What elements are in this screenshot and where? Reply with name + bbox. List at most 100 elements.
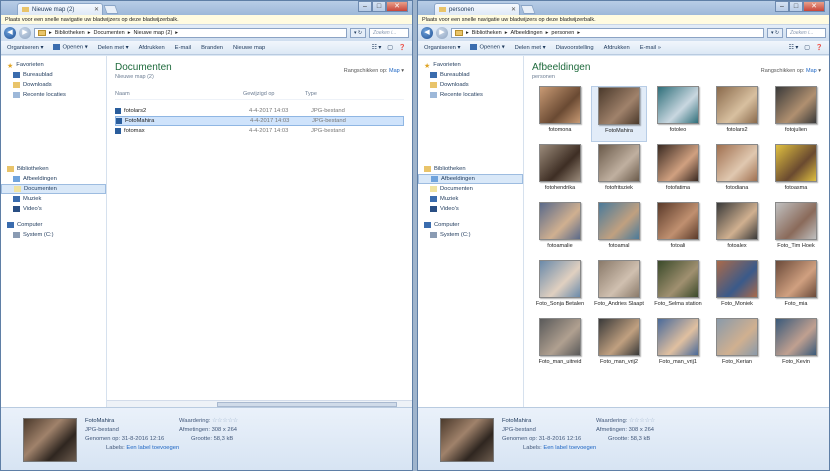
refresh-button[interactable]: ▾ ↻ bbox=[350, 28, 366, 38]
close-icon[interactable]: ✕ bbox=[94, 6, 99, 13]
column-type[interactable]: Type bbox=[305, 91, 317, 97]
nav-desktop[interactable]: Bureaublad bbox=[418, 70, 523, 80]
nav-system-drive[interactable]: System (C:) bbox=[1, 230, 106, 240]
preview-pane-icon[interactable]: ▢ bbox=[804, 45, 809, 51]
thumbnail-item[interactable]: Foto_man_vrij2 bbox=[591, 318, 647, 374]
breadcrumb-item[interactable]: Bibliotheken bbox=[55, 30, 85, 36]
share-with-button[interactable]: Delen met ▾ bbox=[515, 45, 546, 51]
thumbnail-item[interactable]: Foto_Kerian bbox=[709, 318, 765, 374]
arrange-by[interactable]: Rangschikken op: Map ▾ bbox=[344, 68, 404, 74]
minimize-icon[interactable]: – bbox=[775, 1, 789, 12]
thumbnail-item[interactable]: fotohendrika bbox=[532, 144, 588, 200]
thumbnail-item[interactable]: Foto_man_uitreid bbox=[532, 318, 588, 374]
slideshow-button[interactable]: Diavoorstelling bbox=[556, 45, 594, 51]
open-button[interactable]: Openen ▾ bbox=[470, 44, 505, 51]
nav-pictures[interactable]: Afbeeldingen bbox=[1, 174, 106, 184]
rating-stars[interactable]: ☆☆☆☆☆ bbox=[212, 418, 238, 424]
thumbnail-item[interactable]: fotomona bbox=[532, 86, 588, 142]
thumbnail-item[interactable]: fotoamal bbox=[591, 202, 647, 258]
new-folder-button[interactable]: Nieuwe map bbox=[233, 45, 265, 51]
forward-button[interactable]: ▶ bbox=[19, 27, 31, 39]
nav-favorites[interactable]: ★ Favorieten bbox=[1, 60, 106, 70]
thumbnail-item[interactable]: Foto_Selma station bbox=[650, 260, 706, 316]
add-label-field[interactable]: Een label toevoegen bbox=[543, 445, 596, 451]
column-name[interactable]: Naam bbox=[115, 91, 243, 97]
open-button[interactable]: Openen ▾ bbox=[53, 44, 88, 51]
column-modified[interactable]: Gewijzigd op bbox=[243, 91, 305, 97]
maximize-icon[interactable]: □ bbox=[372, 1, 386, 12]
nav-music[interactable]: Muziek bbox=[418, 194, 523, 204]
nav-videos[interactable]: Video's bbox=[418, 204, 523, 214]
close-icon[interactable]: ✕ bbox=[511, 6, 516, 13]
new-tab-button[interactable] bbox=[103, 5, 119, 14]
address-bar[interactable]: ▸ Bibliotheken ▸ Afbeeldingen ▸ personen… bbox=[451, 28, 764, 38]
nav-system-drive[interactable]: System (C:) bbox=[418, 230, 523, 240]
file-row[interactable]: FotoMahira 4-4-2017 14:03 JPG-bestand bbox=[115, 116, 404, 126]
thumbnail-item[interactable]: fotoasma bbox=[768, 144, 821, 200]
view-options-icon[interactable]: ☷ ▾ bbox=[372, 45, 382, 51]
thumbnail-item[interactable]: Foto_Moniek bbox=[709, 260, 765, 316]
breadcrumb-item[interactable]: Bibliotheken bbox=[472, 30, 502, 36]
thumbnail-item[interactable]: fotolars2 bbox=[709, 86, 765, 142]
nav-libraries[interactable]: Bibliotheken bbox=[1, 164, 106, 174]
maximize-icon[interactable]: □ bbox=[789, 1, 803, 12]
nav-recent[interactable]: Recente locaties bbox=[1, 90, 106, 100]
thumbnail-item[interactable]: fotodiana bbox=[709, 144, 765, 200]
nav-pictures[interactable]: Afbeeldingen bbox=[418, 174, 523, 184]
add-label-field[interactable]: Een label toevoegen bbox=[126, 445, 179, 451]
thumbnail-item[interactable]: fotoamalie bbox=[532, 202, 588, 258]
thumbnail-item[interactable]: Foto_Andries Slaapt bbox=[591, 260, 647, 316]
burn-button[interactable]: Branden bbox=[201, 45, 223, 51]
breadcrumb-item[interactable]: personen bbox=[551, 30, 574, 36]
nav-desktop[interactable]: Bureaublad bbox=[1, 70, 106, 80]
thumbnail-item[interactable]: fotofatima bbox=[650, 144, 706, 200]
thumbnail-item[interactable]: fotojulien bbox=[768, 86, 821, 142]
search-input[interactable]: Zoeken i... bbox=[369, 28, 409, 38]
breadcrumb-item[interactable]: Nieuwe map (2) bbox=[133, 30, 172, 36]
help-icon[interactable]: ❓ bbox=[816, 45, 823, 51]
thumbnail-item[interactable]: Foto_man_vrij1 bbox=[650, 318, 706, 374]
nav-computer[interactable]: Computer bbox=[1, 220, 106, 230]
thumbnail-item[interactable]: fotoalex bbox=[709, 202, 765, 258]
breadcrumb-item[interactable]: Documenten bbox=[94, 30, 125, 36]
file-row[interactable]: fotomax 4-4-2017 14:03 JPG-bestand bbox=[115, 126, 404, 136]
thumbnail-item[interactable]: fotoali bbox=[650, 202, 706, 258]
thumbnail-item[interactable]: FotoMahira bbox=[591, 86, 647, 142]
print-button[interactable]: Afdrukken bbox=[604, 45, 630, 51]
organize-button[interactable]: Organiseren ▾ bbox=[7, 45, 43, 51]
search-input[interactable]: Zoeken i... bbox=[786, 28, 826, 38]
arrange-by[interactable]: Rangschikken op: Map ▾ bbox=[761, 68, 821, 74]
organize-button[interactable]: Organiseren ▾ bbox=[424, 45, 460, 51]
share-with-button[interactable]: Delen met ▾ bbox=[98, 45, 129, 51]
rating-stars[interactable]: ☆☆☆☆☆ bbox=[629, 418, 655, 424]
minimize-icon[interactable]: – bbox=[358, 1, 372, 12]
thumbnail-item[interactable]: fotoleo bbox=[650, 86, 706, 142]
help-icon[interactable]: ❓ bbox=[399, 45, 406, 51]
horizontal-scrollbar[interactable] bbox=[107, 400, 412, 407]
view-options-icon[interactable]: ☷ ▾ bbox=[789, 45, 799, 51]
close-window-icon[interactable]: ✕ bbox=[386, 1, 408, 12]
thumbnail-item[interactable]: Foto_Sonja Betalen bbox=[532, 260, 588, 316]
file-row[interactable]: fotolars2 4-4-2017 14:03 JPG-bestand bbox=[115, 106, 404, 116]
refresh-button[interactable]: ▾ ↻ bbox=[767, 28, 783, 38]
nav-documents[interactable]: Documenten bbox=[418, 184, 523, 194]
forward-button[interactable]: ▶ bbox=[436, 27, 448, 39]
thumbnail-item[interactable]: Foto_mia bbox=[768, 260, 821, 316]
new-tab-button[interactable] bbox=[520, 5, 536, 14]
nav-videos[interactable]: Video's bbox=[1, 204, 106, 214]
nav-recent[interactable]: Recente locaties bbox=[418, 90, 523, 100]
thumbnail-item[interactable]: Foto_Kevin bbox=[768, 318, 821, 374]
email-button[interactable]: E-mail bbox=[175, 45, 191, 51]
email-button[interactable]: E-mail » bbox=[640, 45, 661, 51]
nav-music[interactable]: Muziek bbox=[1, 194, 106, 204]
close-window-icon[interactable]: ✕ bbox=[803, 1, 825, 12]
thumbnail-item[interactable]: fotofritsziek bbox=[591, 144, 647, 200]
nav-downloads[interactable]: Downloads bbox=[418, 80, 523, 90]
nav-favorites[interactable]: ★ Favorieten bbox=[418, 60, 523, 70]
back-button[interactable]: ◀ bbox=[4, 27, 16, 39]
breadcrumb-item[interactable]: Afbeeldingen bbox=[511, 30, 543, 36]
nav-downloads[interactable]: Downloads bbox=[1, 80, 106, 90]
tab-nieuwe-map[interactable]: Nieuwe map (2) ✕ bbox=[17, 3, 103, 15]
nav-computer[interactable]: Computer bbox=[418, 220, 523, 230]
preview-pane-icon[interactable]: ▢ bbox=[387, 45, 392, 51]
